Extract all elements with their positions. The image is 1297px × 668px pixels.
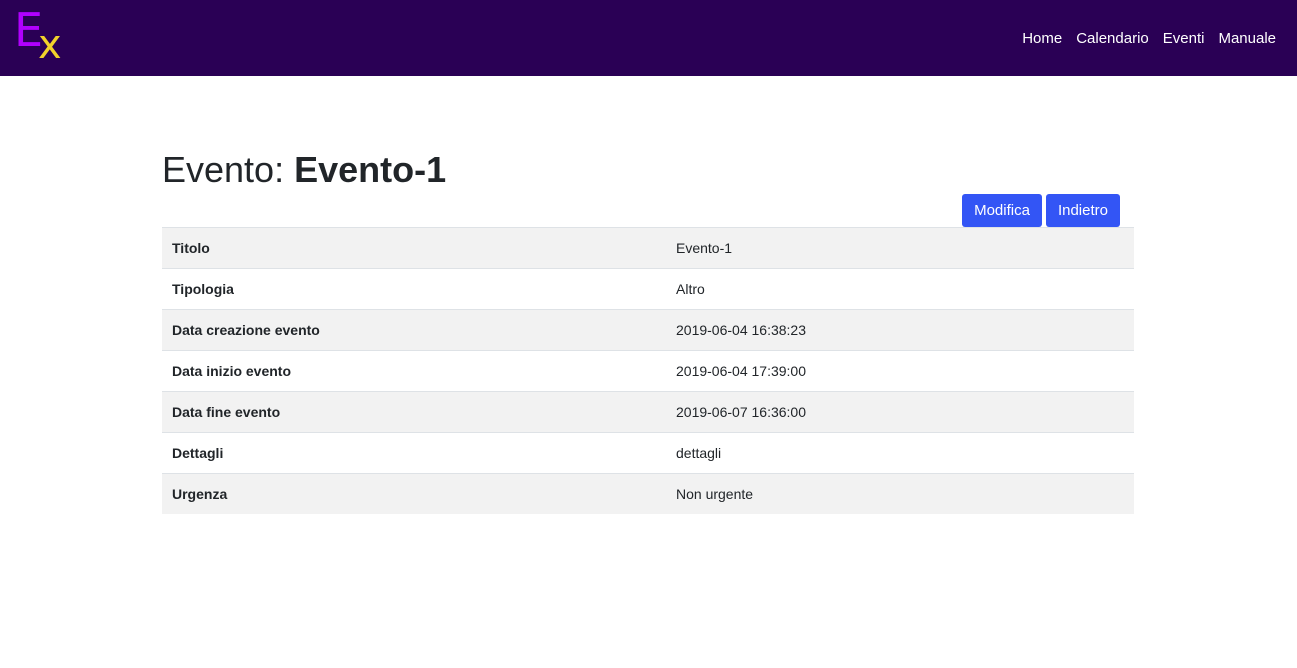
table-row: Data fine evento 2019-06-07 16:36:00 <box>162 391 1134 433</box>
table-row: Titolo Evento-1 <box>162 227 1134 269</box>
row-value: Evento-1 <box>666 227 1134 269</box>
row-key: Data fine evento <box>162 391 666 433</box>
table-row: Dettagli dettagli <box>162 432 1134 474</box>
edit-button[interactable]: Modifica <box>962 194 1042 227</box>
page-title-name: Evento-1 <box>294 149 447 190</box>
table-row: Data creazione evento 2019-06-04 16:38:2… <box>162 309 1134 351</box>
row-key: Data creazione evento <box>162 309 666 351</box>
row-key: Titolo <box>162 227 666 269</box>
row-key: Data inizio evento <box>162 350 666 392</box>
nav-calendario[interactable]: Calendario <box>1069 30 1156 47</box>
nav-eventi[interactable]: Eventi <box>1156 30 1212 47</box>
row-value: 2019-06-04 17:39:00 <box>666 350 1134 392</box>
action-buttons: Modifica Indietro <box>962 194 1120 227</box>
row-value: 2019-06-07 16:36:00 <box>666 391 1134 433</box>
page-title-prefix: Evento: <box>162 149 285 190</box>
page-title: Evento: Evento-1 <box>162 148 446 192</box>
row-key: Tipologia <box>162 268 666 310</box>
table-row: Data inizio evento 2019-06-04 17:39:00 <box>162 350 1134 392</box>
logo-letter-x: x <box>38 22 62 68</box>
row-value: 2019-06-04 16:38:23 <box>666 309 1134 351</box>
logo[interactable]: E x <box>14 4 66 68</box>
row-value: Altro <box>666 268 1134 310</box>
event-details-table: Titolo Evento-1 Tipologia Altro Data cre… <box>162 227 1134 514</box>
table-row: Tipologia Altro <box>162 268 1134 310</box>
back-button[interactable]: Indietro <box>1045 194 1120 227</box>
nav-home[interactable]: Home <box>1015 30 1069 47</box>
nav-links: Home Calendario Eventi Manuale <box>1015 0 1283 76</box>
row-value: Non urgente <box>666 473 1134 514</box>
table-row: Urgenza Non urgente <box>162 473 1134 514</box>
row-value: dettagli <box>666 432 1134 474</box>
row-key: Urgenza <box>162 473 666 514</box>
nav-manuale[interactable]: Manuale <box>1211 30 1283 47</box>
row-key: Dettagli <box>162 432 666 474</box>
navbar: E x Home Calendario Eventi Manuale <box>0 0 1297 76</box>
